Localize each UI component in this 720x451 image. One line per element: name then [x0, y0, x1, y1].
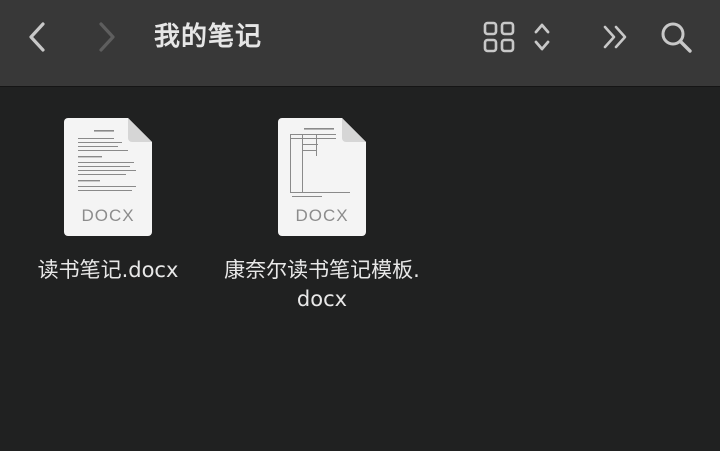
- file-extension-label: DOCX: [81, 206, 135, 225]
- file-name[interactable]: 读书笔记.docx: [8, 256, 208, 285]
- back-button[interactable]: [20, 18, 54, 56]
- docx-file-icon: DOCX: [278, 118, 366, 236]
- file-item[interactable]: DOCX 读书笔记.docx: [8, 118, 208, 285]
- up-down-chevron-icon: [534, 23, 550, 51]
- chevron-left-icon: [29, 22, 45, 52]
- toolbar: 我的笔记: [0, 0, 720, 87]
- grid-view-icon: [483, 21, 515, 53]
- finder-window: 我的笔记 DOCX 读书笔记.docx DOCX 康奈尔读书笔记模板.docx: [0, 0, 720, 451]
- file-extension-label: DOCX: [295, 206, 349, 225]
- window-title: 我的笔记: [154, 22, 263, 52]
- search-icon: [661, 22, 692, 53]
- file-name[interactable]: 康奈尔读书笔记模板.docx: [222, 256, 422, 314]
- file-item[interactable]: DOCX 康奈尔读书笔记模板.docx: [222, 118, 422, 314]
- double-chevron-right-icon: [603, 25, 627, 49]
- chevron-right-icon: [99, 22, 115, 52]
- file-list: DOCX 读书笔记.docx DOCX 康奈尔读书笔记模板.docx: [0, 88, 720, 451]
- forward-button[interactable]: [90, 18, 124, 56]
- view-options-button[interactable]: [480, 17, 556, 57]
- more-toolbar-items-button[interactable]: [596, 18, 636, 56]
- docx-file-icon: DOCX: [64, 118, 152, 236]
- search-button[interactable]: [655, 16, 697, 58]
